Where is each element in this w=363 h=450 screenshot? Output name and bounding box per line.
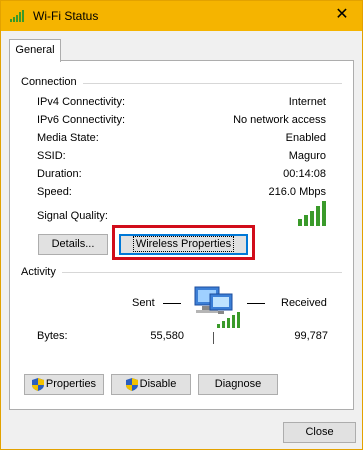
- details-button[interactable]: Details...: [38, 234, 108, 255]
- received-label: Received: [281, 297, 327, 309]
- duration-value: 00:14:08: [283, 168, 326, 180]
- diagnose-button[interactable]: Diagnose: [198, 374, 278, 395]
- wifi-status-window: Wi-Fi Status ✕ General Connection IPv4 C…: [0, 0, 363, 450]
- ssid-value: Maguro: [288, 150, 326, 162]
- received-line: [247, 303, 265, 304]
- signal-quality-label: Signal Quality:: [37, 210, 108, 222]
- ipv4-label: IPv4 Connectivity:: [37, 96, 126, 108]
- ipv4-value: Internet: [288, 96, 326, 108]
- bytes-label: Bytes:: [37, 330, 68, 342]
- ipv6-value: No network access: [233, 114, 326, 126]
- title-bar[interactable]: Wi-Fi Status ✕: [1, 1, 362, 31]
- activity-group-line: [21, 272, 342, 273]
- properties-button[interactable]: Properties: [24, 374, 104, 395]
- bytes-sent-value: 55,580: [150, 330, 184, 342]
- media-state-value: Enabled: [285, 132, 326, 144]
- ssid-label: SSID:: [37, 150, 66, 162]
- disable-button[interactable]: Disable: [111, 374, 191, 395]
- close-button[interactable]: Close: [283, 422, 356, 443]
- activity-divider: [213, 332, 214, 344]
- signal-bars-icon: [298, 201, 326, 226]
- tab-general[interactable]: General: [9, 39, 61, 62]
- activity-group-title: Activity: [21, 266, 62, 278]
- highlight-box: [112, 225, 255, 260]
- media-state-label: Media State:: [37, 132, 99, 144]
- uac-shield-icon: [31, 377, 44, 391]
- close-icon[interactable]: ✕: [332, 5, 352, 25]
- sent-line: [163, 303, 181, 304]
- connection-group-title: Connection: [21, 76, 83, 88]
- uac-shield-icon: [125, 377, 138, 391]
- wifi-signal-icon: [10, 10, 24, 22]
- properties-label: Properties: [45, 378, 97, 390]
- network-computer-icon: [194, 286, 240, 328]
- window-title: Wi-Fi Status: [33, 9, 99, 23]
- sent-label: Sent: [132, 297, 155, 309]
- ipv6-label: IPv6 Connectivity:: [37, 114, 126, 126]
- bytes-received-value: 99,787: [294, 330, 328, 342]
- speed-label: Speed:: [37, 186, 72, 198]
- speed-value: 216.0 Mbps: [268, 186, 326, 198]
- disable-label: Disable: [139, 378, 177, 390]
- duration-label: Duration:: [37, 168, 82, 180]
